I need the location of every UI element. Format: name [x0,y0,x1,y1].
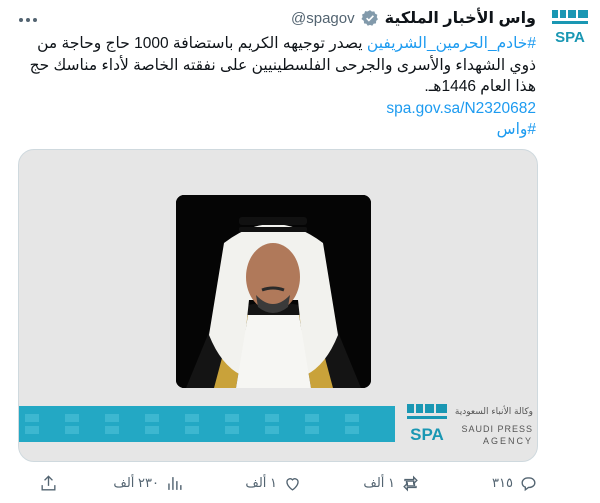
tweet-text: #خادم_الحرمين_الشريفين يصدر توجيهه الكري… [18,33,536,141]
spa-logo-icon: SPA [552,10,588,46]
portrait-photo[interactable] [176,195,371,388]
spa-logo-icon: SPA وكالة الأنباء السعودية SAUDI PRESS A… [407,404,533,446]
tweet[interactable]: SPA واس الأخبار الملكية @spagov #خادم_ال… [0,0,600,503]
reply-count: ٣١٥ [492,475,513,490]
like-icon [286,477,299,491]
media-card[interactable]: SPA وكالة الأنباء السعودية SAUDI PRESS A… [18,149,538,462]
banner-pattern [19,406,395,442]
like-button[interactable]: ١ ألف [245,472,302,494]
avatar-logo-text: SPA [555,29,585,46]
views-button[interactable]: ٢٣٠ ألف [113,472,184,494]
display-name[interactable]: واس الأخبار الملكية [385,8,536,28]
more-icon [19,18,37,22]
share-button[interactable] [39,472,58,494]
repost-icon [403,475,418,491]
hashtag-main[interactable]: #خادم_الحرمين_الشريفين [367,35,536,52]
like-count: ١ ألف [245,475,277,490]
account-avatar[interactable]: SPA [548,4,594,50]
spa-banner [19,406,395,442]
agency-english-name-1: SAUDI PRESS [461,424,533,434]
handle[interactable]: @spagov [291,10,355,27]
agency-arabic-name: وكالة الأنباء السعودية [455,405,533,417]
spa-agency-logo: SPA وكالة الأنباء السعودية SAUDI PRESS A… [405,400,535,450]
hashtag-footer[interactable]: #واس [18,119,536,141]
more-options-button[interactable] [16,12,40,22]
tweet-header: واس الأخبار الملكية @spagov [291,6,536,30]
views-count: ٢٣٠ ألف [113,475,159,490]
reply-icon [521,476,536,491]
portrait-image [176,195,371,388]
agency-english-name-2: AGENCY [483,436,533,446]
reply-button[interactable]: ٣١٥ [492,472,538,494]
repost-button[interactable]: ١ ألف [363,472,420,494]
share-icon [41,474,56,491]
card-logo-text: SPA [410,425,444,444]
action-bar: ٣١٥ ١ ألف ١ ألف ٢٣٠ ألف [18,472,538,494]
repost-count: ١ ألف [363,475,395,490]
post-link[interactable]: spa.gov.sa/N2320682 [18,98,536,120]
views-icon [168,476,182,490]
verified-icon [361,10,378,26]
